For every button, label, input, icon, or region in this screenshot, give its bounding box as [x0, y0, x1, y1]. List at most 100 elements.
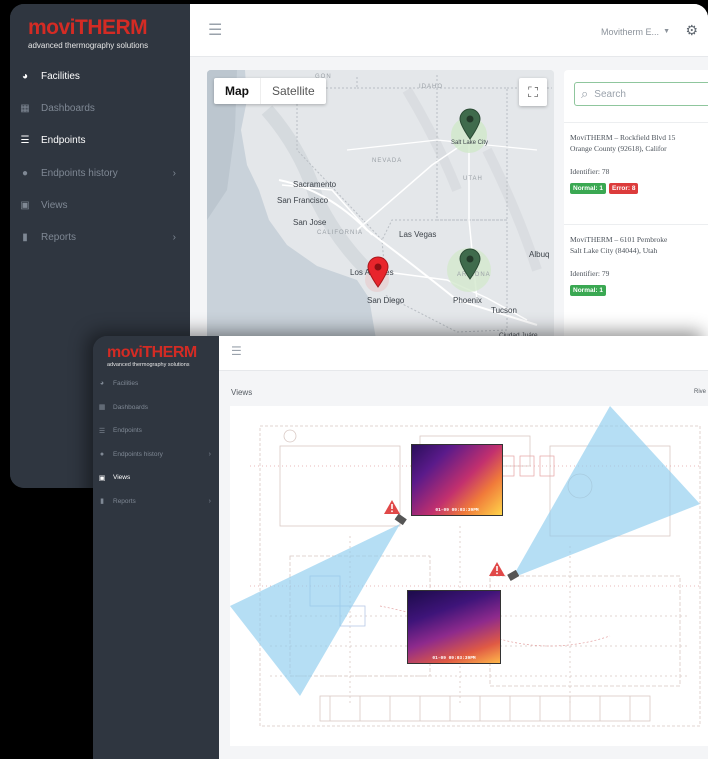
user-name: Movitherm E...	[601, 27, 660, 37]
sidebar-item-endpoints-history[interactable]: ● Endpoints history ›	[93, 443, 219, 467]
facility-address-line: MoviTHERM – Rockfield Blvd 15	[570, 133, 676, 142]
image-icon: ▣	[20, 199, 30, 211]
sidebar-item-label: Reports	[41, 232, 77, 244]
bar-chart-icon: ▦	[98, 404, 106, 412]
map-label: Phoenix	[453, 296, 482, 305]
sidebar-item-reports[interactable]: ▮ Reports ›	[10, 221, 190, 253]
thermal-camera-image[interactable]: 01-09 09:03:39PM	[407, 590, 501, 664]
floor-plan[interactable]: 01-09 09:03:39PM 01-09 09:03:39PM	[230, 406, 708, 746]
facility-identifier: Identifier: 78	[570, 167, 610, 176]
facility-address-line: MoviTHERM – 6101 Pembroke	[570, 235, 668, 244]
map-label: Sacramento	[293, 180, 337, 189]
facility-list-item[interactable]: MoviTHERM – 6101 Pembroke Salt Lake City…	[564, 224, 708, 326]
facility-list-item[interactable]: MoviTHERM – Rockfield Blvd 15 Orange Cou…	[564, 122, 708, 224]
facilities-panel: ⌕ MoviTHERM – Rockfield Blvd 15 Orange C…	[564, 70, 708, 350]
sidebar-item-label: Dashboards	[113, 403, 149, 411]
sidebar-item-endpoints-history[interactable]: ● Endpoints history ›	[10, 157, 190, 189]
warning-icon[interactable]	[489, 562, 505, 576]
logo-tagline: advanced thermography solutions	[28, 41, 149, 50]
sidebar-item-label: Reports	[113, 497, 136, 505]
sidebar-item-label: Endpoints	[41, 135, 86, 147]
thermal-timestamp: 01-09 09:03:39PM	[435, 508, 479, 513]
map-label: GON	[315, 74, 332, 80]
map-type-satellite-button[interactable]: Satellite	[261, 78, 326, 104]
chevron-right-icon: ›	[172, 167, 176, 179]
search-icon: ⌕	[581, 86, 589, 101]
sidebar-item-label: Facilities	[113, 380, 139, 388]
sidebar-item-facilities[interactable]: ◕ Facilities	[93, 372, 219, 396]
map-marker-icon[interactable]	[459, 248, 481, 280]
sidebar-item-views[interactable]: ▣ Views	[10, 189, 190, 221]
sidebar-item-endpoints[interactable]: ☰ Endpoints	[93, 419, 219, 443]
main-content: ☰ Views Rive 01-09 09:03:39PM 01-09 09:0…	[219, 336, 708, 759]
logo: moviTHERM advanced thermography solution…	[28, 16, 148, 50]
sidebar-item-label: Views	[41, 199, 68, 211]
sidebar-item-facilities[interactable]: ◕ Facilities	[10, 60, 190, 92]
map-label: IDAHO	[419, 84, 444, 90]
bar-chart-icon: ▦	[20, 102, 30, 114]
view-selector-label[interactable]: Rive	[694, 389, 706, 395]
warning-icon[interactable]	[384, 500, 400, 514]
image-icon: ▣	[98, 474, 106, 482]
globe-icon: ◕	[99, 380, 105, 388]
map-label: NEVADA	[372, 158, 403, 164]
caret-down-icon: ▼	[663, 28, 670, 35]
thermal-camera-image[interactable]: 01-09 09:03:39PM	[411, 444, 503, 516]
sidebar-item-label: Endpoints	[113, 427, 142, 435]
map-label: Tucson	[491, 306, 517, 315]
facility-address-line: Salt Lake City (84044), Utah	[570, 246, 658, 255]
list-icon: ☰	[98, 427, 106, 435]
search-input[interactable]	[594, 88, 705, 100]
map-type-control: Map Satellite	[214, 78, 326, 104]
map-type-map-button[interactable]: Map	[214, 78, 261, 104]
sidebar: moviTHERM advanced thermography solution…	[93, 336, 219, 759]
map[interactable]: Map Satellite ⛶ GON IDAHO Salt Lake City…	[207, 70, 554, 345]
sidebar-nav: ◕ Facilities ▦ Dashboards ☰ Endpoints ● …	[93, 372, 219, 513]
sidebar-item-dashboards[interactable]: ▦ Dashboards	[10, 92, 190, 124]
document-icon: ▮	[22, 232, 28, 244]
chevron-right-icon: ›	[172, 232, 176, 244]
globe-icon: ◕	[21, 70, 29, 82]
map-label: San Diego	[367, 296, 405, 305]
topbar: ☰ Movitherm E... ▼ ⚙	[190, 4, 708, 57]
status-badge-error: Error: 8	[608, 183, 639, 194]
sidebar-item-label: Views	[113, 474, 131, 482]
hamburger-icon[interactable]: ☰	[208, 20, 222, 40]
sidebar-item-dashboards[interactable]: ▦ Dashboards	[93, 396, 219, 420]
sidebar-item-endpoints[interactable]: ☰ Endpoints	[10, 125, 190, 157]
map-label: San Francisco	[277, 196, 329, 205]
page-title: Views	[231, 388, 253, 397]
logo-text: moviTHERM	[28, 16, 148, 39]
list-icon: ☰	[20, 135, 30, 147]
topbar: ☰	[219, 336, 708, 371]
chevron-right-icon: ›	[208, 497, 211, 505]
facility-address-line: Orange County (92618), Califor	[570, 144, 667, 153]
logo: moviTHERM advanced thermography solution…	[107, 344, 197, 368]
map-label: Las Vegas	[399, 230, 437, 239]
sidebar-item-views[interactable]: ▣ Views	[93, 466, 219, 490]
sidebar-item-label: Endpoints history	[41, 167, 118, 179]
hamburger-icon[interactable]: ☰	[231, 344, 242, 358]
sidebar-nav: ◕ Facilities ▦ Dashboards ☰ Endpoints ● …	[10, 60, 190, 254]
map-marker-icon[interactable]	[367, 256, 389, 288]
status-badge-normal: Normal: 1	[570, 183, 606, 194]
document-icon: ▮	[100, 498, 104, 506]
sidebar-item-label: Endpoints history	[113, 450, 163, 458]
logo-tagline: advanced thermography solutions	[107, 362, 190, 368]
chevron-right-icon: ›	[208, 450, 211, 458]
map-label: Albuq	[529, 250, 550, 259]
status-badge-normal: Normal: 1	[570, 285, 606, 296]
map-label: UTAH	[463, 176, 483, 182]
facility-identifier: Identifier: 79	[570, 269, 610, 278]
sidebar-item-label: Dashboards	[41, 102, 95, 114]
map-label: San Jose	[293, 218, 327, 227]
search-box: ⌕	[574, 82, 708, 106]
clock-icon: ●	[99, 450, 105, 458]
map-marker-icon[interactable]	[459, 108, 481, 140]
user-menu[interactable]: Movitherm E... ▼	[601, 27, 670, 37]
map-label: Salt Lake City	[451, 140, 489, 146]
fullscreen-icon[interactable]: ⛶	[519, 78, 547, 106]
gear-icon[interactable]: ⚙	[685, 22, 698, 39]
logo-text: moviTHERM	[107, 344, 197, 361]
sidebar-item-reports[interactable]: ▮ Reports ›	[93, 490, 219, 514]
